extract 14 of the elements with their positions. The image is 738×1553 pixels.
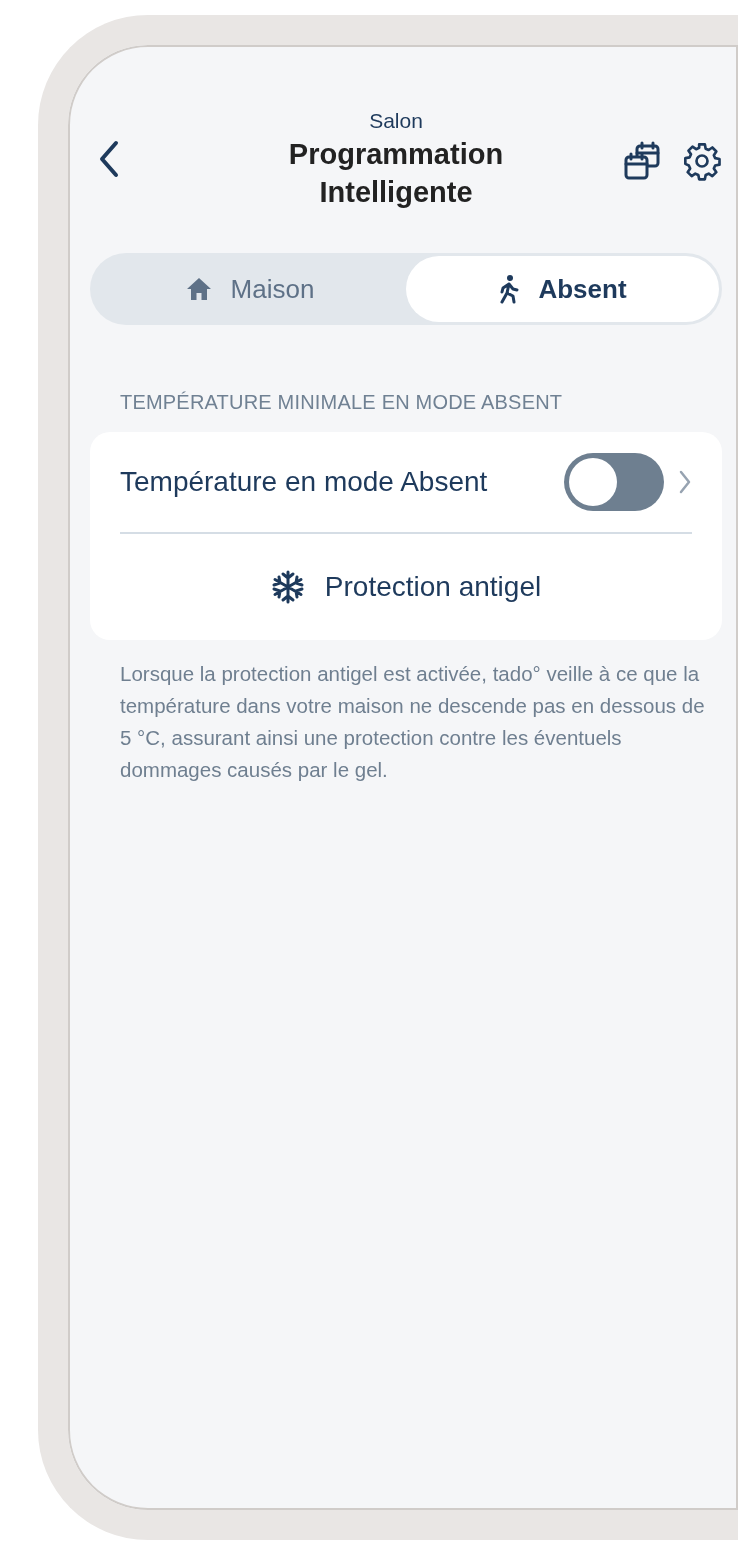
screen-title: Programmation Intelligente bbox=[287, 137, 505, 210]
settings-icon[interactable] bbox=[682, 141, 722, 181]
frost-protection-button[interactable]: Protection antigel bbox=[120, 533, 692, 640]
snowflake-icon bbox=[270, 569, 305, 604]
description-text: Lorsque la protection antigel est activée, tado° veille à ce que la température dans votre maison ne descende pas en dessous de 5 °C, assurant ainsi une protection contre les éventuels dommages causés par le gel. bbox=[120, 660, 706, 783]
chevron-right-icon bbox=[678, 469, 692, 495]
setting-label: Température en mode Absent bbox=[120, 466, 489, 498]
walking-person-icon bbox=[498, 274, 521, 304]
toggle-switch[interactable] bbox=[564, 453, 664, 511]
calendars-icon[interactable] bbox=[624, 141, 660, 181]
room-name: Salon bbox=[368, 108, 424, 134]
section-heading: TEMPÉRATURE MINIMALE EN MODE ABSENT bbox=[120, 391, 564, 414]
mode-tab[interactable]: Absent bbox=[406, 256, 719, 322]
mode-tab[interactable]: Maison bbox=[93, 256, 406, 322]
